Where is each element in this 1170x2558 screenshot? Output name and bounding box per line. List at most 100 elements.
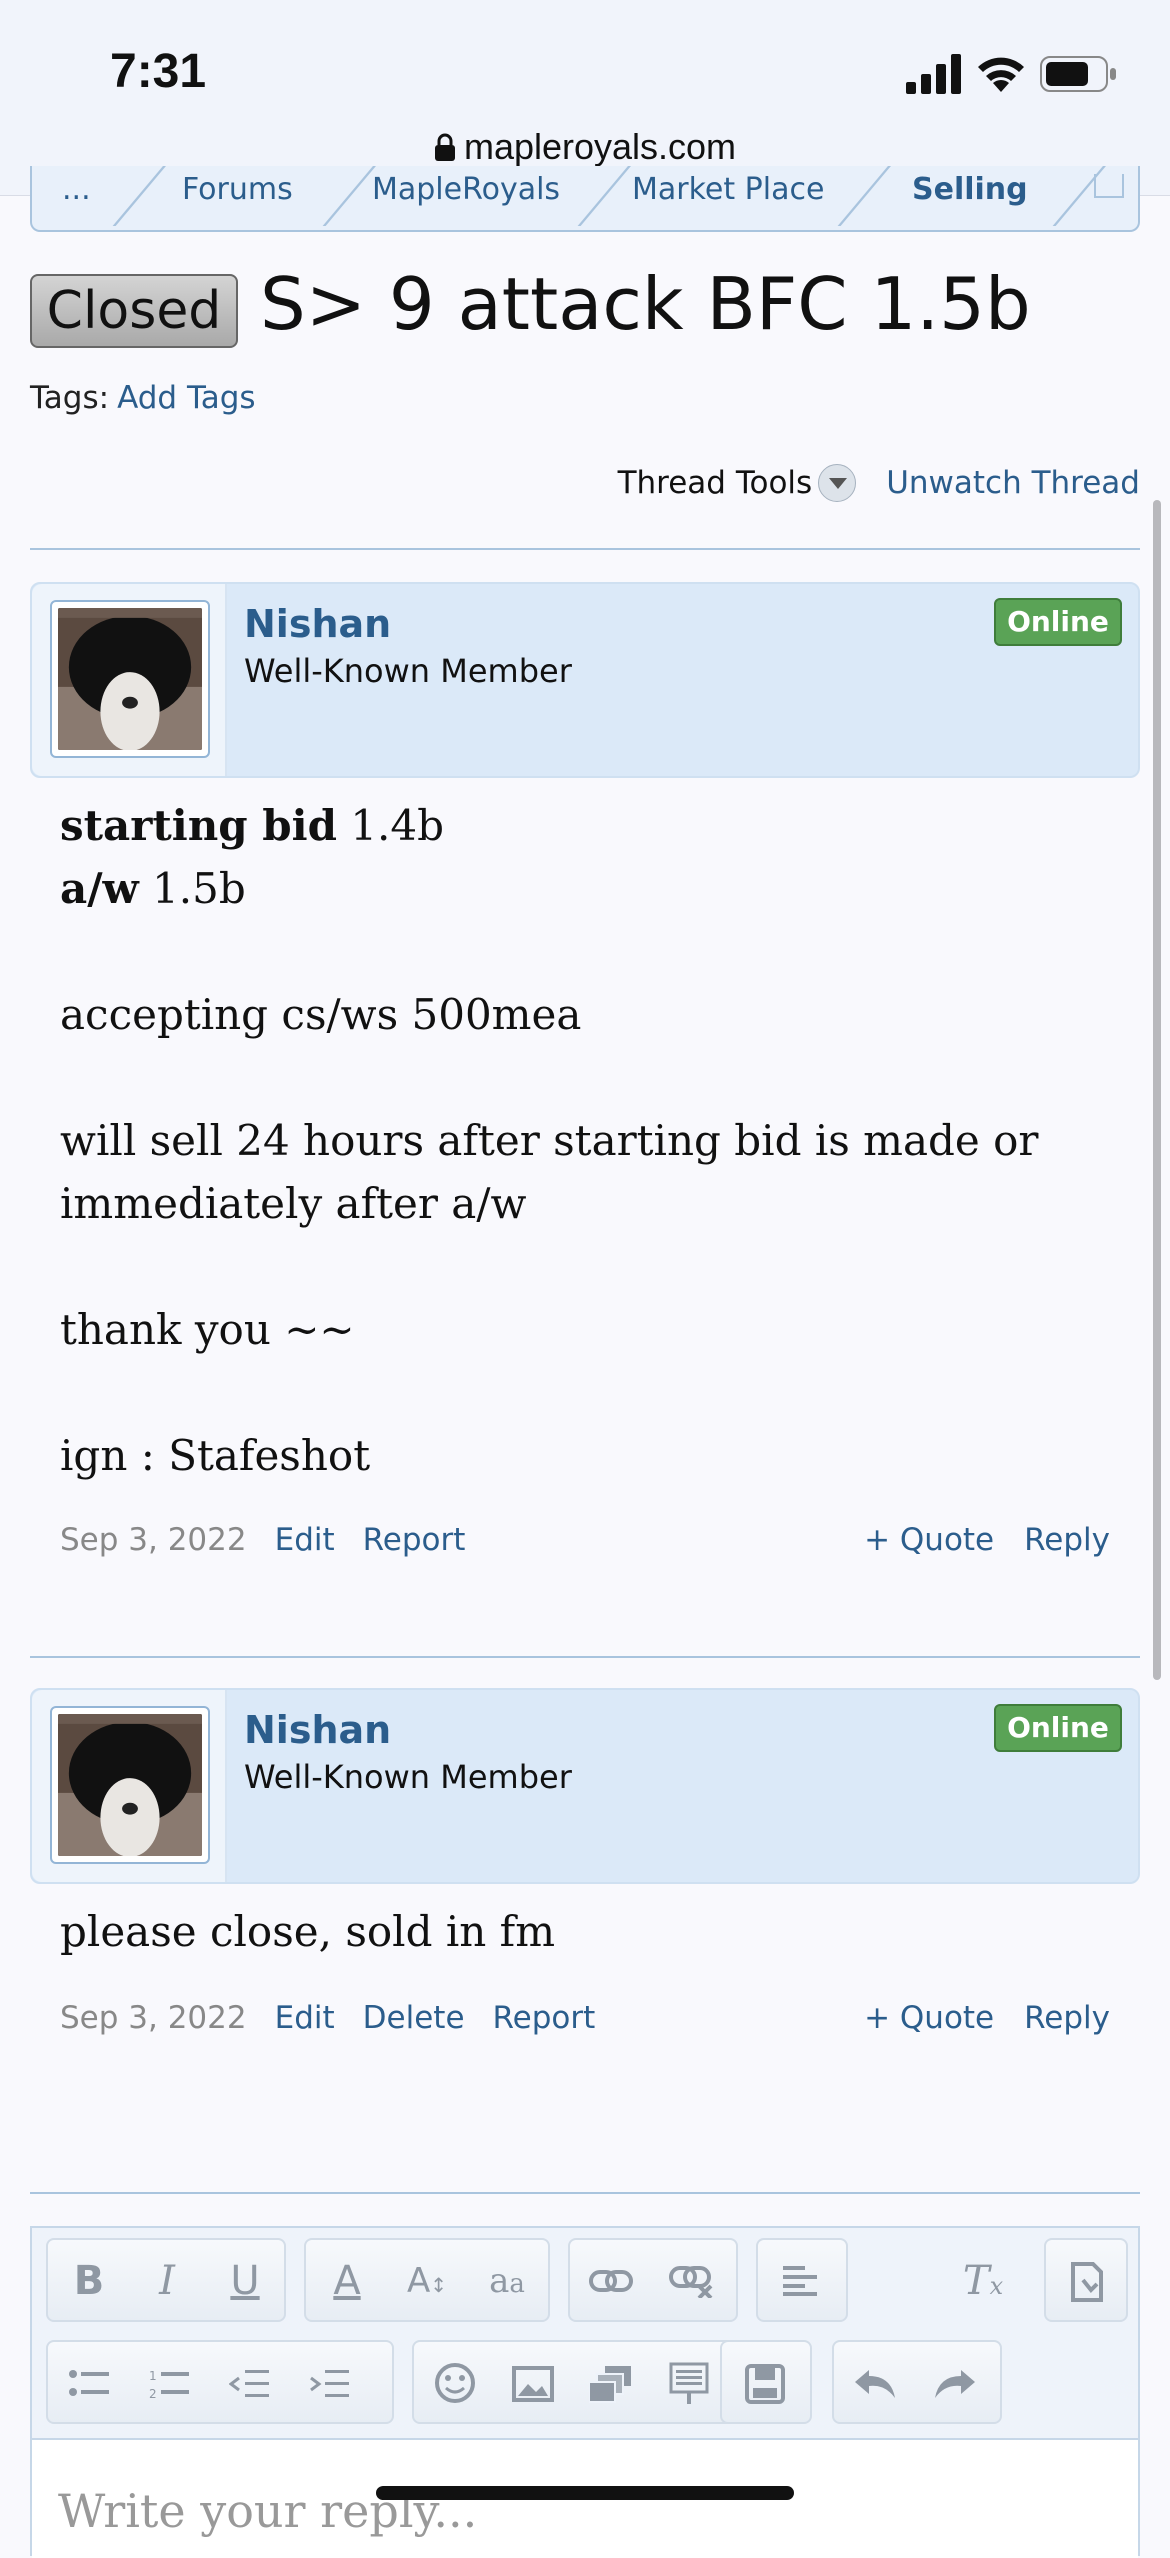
- outdent-icon[interactable]: [218, 2352, 280, 2414]
- user-title: Well-Known Member: [244, 1758, 572, 1796]
- avatar-container: [32, 1690, 227, 1882]
- save-draft-icon[interactable]: [734, 2352, 796, 2414]
- indent-icon[interactable]: [298, 2352, 360, 2414]
- post-message: starting bid 1.4b a/w 1.5b accepting cs/…: [60, 794, 1120, 1487]
- scrollbar[interactable]: [1153, 500, 1161, 1680]
- breadcrumb-separator: [837, 166, 900, 226]
- thread-tools-button[interactable]: Thread Tools: [618, 465, 813, 501]
- wifi-icon: [978, 57, 1024, 92]
- svg-text:1: 1: [149, 2369, 157, 2383]
- message-line: starting bid 1.4b: [60, 794, 1120, 857]
- bold-icon[interactable]: B: [58, 2250, 120, 2312]
- remove-format-icon[interactable]: Tx: [952, 2250, 1014, 2312]
- status-time: 7:31: [110, 45, 207, 98]
- breadcrumb-item-selling[interactable]: Selling: [912, 172, 1028, 207]
- dropdown-arrow-icon[interactable]: [818, 464, 857, 502]
- user-title: Well-Known Member: [244, 652, 572, 690]
- post-meta: Sep 3, 2022 Edit Report + Quote Reply: [60, 1522, 1110, 1572]
- image-icon[interactable]: [502, 2352, 564, 2414]
- toggle-bbcode-icon[interactable]: [1056, 2250, 1118, 2312]
- dog-avatar-image: [58, 1714, 202, 1856]
- undo-icon[interactable]: [844, 2352, 906, 2414]
- message-line: will sell 24 hours after starting bid is…: [60, 1116, 1039, 1228]
- toolbar-group-align: [756, 2238, 848, 2322]
- message-line: accepting cs/ws 500mea: [60, 990, 582, 1039]
- delete-link[interactable]: Delete: [363, 2000, 465, 2036]
- message-line: thank you ~~: [60, 1305, 355, 1354]
- toolbar-group-draft: [720, 2340, 812, 2424]
- quote-link[interactable]: + Quote: [864, 2000, 994, 2036]
- toolbar-group-link: [568, 2238, 738, 2322]
- media-icon[interactable]: [580, 2352, 642, 2414]
- toolbar-group-format: Tx: [938, 2238, 1030, 2322]
- underline-icon[interactable]: U: [214, 2250, 276, 2312]
- breadcrumb-separator: [577, 166, 640, 226]
- breadcrumb-item-market-place[interactable]: Market Place: [632, 172, 824, 207]
- align-icon[interactable]: [770, 2250, 832, 2312]
- username[interactable]: Nishan: [244, 1708, 391, 1752]
- online-status-badge: Online: [994, 598, 1122, 646]
- avatar[interactable]: [50, 1706, 210, 1864]
- breadcrumb-jump-icon[interactable]: [1094, 174, 1124, 198]
- breadcrumb-item-forums[interactable]: Forums: [182, 172, 293, 207]
- bullet-list-icon[interactable]: [58, 2352, 120, 2414]
- toolbar-group-insert: [412, 2340, 738, 2424]
- toolbar-group-font: A A↕ aa: [304, 2238, 550, 2322]
- svg-text:2: 2: [149, 2387, 157, 2400]
- reply-link[interactable]: Reply: [1024, 2000, 1110, 2036]
- insert-icon[interactable]: [658, 2352, 720, 2414]
- font-family-icon[interactable]: aa: [476, 2250, 538, 2312]
- toolbar-group-text-style: B I U: [46, 2238, 286, 2322]
- tags-label: Tags:: [30, 380, 110, 416]
- redo-icon[interactable]: [924, 2352, 986, 2414]
- dog-avatar-image: [58, 608, 202, 750]
- quote-link[interactable]: + Quote: [864, 1522, 994, 1558]
- post-date[interactable]: Sep 3, 2022: [60, 1522, 247, 1558]
- unlink-icon[interactable]: [660, 2250, 722, 2312]
- numbered-list-icon[interactable]: 12: [138, 2352, 200, 2414]
- url-text: mapleroyals.com: [463, 126, 737, 167]
- online-status-badge: Online: [994, 1704, 1122, 1752]
- address-bar[interactable]: mapleroyals.com: [0, 126, 1170, 168]
- message-text: 1.4b: [336, 801, 444, 850]
- post-message: please close, sold in fm: [60, 1900, 1120, 1963]
- username[interactable]: Nishan: [244, 602, 391, 646]
- post-userbar: Nishan Well-Known Member Online: [30, 1688, 1140, 1884]
- divider: [30, 1656, 1140, 1658]
- smilie-icon[interactable]: [424, 2352, 486, 2414]
- message-line: please close, sold in fm: [60, 1907, 556, 1956]
- toolbar-group-history: [832, 2340, 1002, 2424]
- post-date[interactable]: Sep 3, 2022: [60, 2000, 247, 2036]
- italic-icon[interactable]: I: [136, 2250, 198, 2312]
- lock-icon: [434, 133, 455, 161]
- toolbar-group-bbcode: [1044, 2238, 1128, 2322]
- message-line: a/w 1.5b: [60, 857, 1120, 920]
- post-userbar: Nishan Well-Known Member Online: [30, 582, 1140, 778]
- report-link[interactable]: Report: [493, 2000, 596, 2036]
- reply-link[interactable]: Reply: [1024, 1522, 1110, 1558]
- avatar[interactable]: [50, 600, 210, 758]
- unwatch-thread-link[interactable]: Unwatch Thread: [886, 465, 1140, 501]
- breadcrumb: ... Forums MapleRoyals Market Place Sell…: [30, 166, 1140, 232]
- link-icon[interactable]: [580, 2250, 642, 2312]
- bold-text: starting bid: [60, 801, 337, 850]
- font-size-icon[interactable]: A↕: [396, 2250, 458, 2312]
- add-tags-link[interactable]: Add Tags: [117, 380, 256, 416]
- breadcrumb-item-more[interactable]: ...: [62, 172, 91, 207]
- toolbar-group-lists: 12: [46, 2340, 394, 2424]
- thread-tools-bar: Thread Tools Unwatch Thread: [618, 464, 1140, 502]
- message-text: 1.5b: [138, 864, 246, 913]
- cellular-signal-icon: [906, 54, 961, 94]
- bold-text: a/w: [60, 864, 139, 913]
- breadcrumb-item-mapleroyals[interactable]: MapleRoyals: [372, 172, 560, 207]
- thread-prefix-badge: Closed: [30, 274, 238, 348]
- reply-editor: B I U A A↕ aa Tx 12 Write your reply...: [30, 2226, 1140, 2558]
- edit-link[interactable]: Edit: [275, 2000, 335, 2036]
- divider: [30, 2192, 1140, 2194]
- text-color-icon[interactable]: A: [316, 2250, 378, 2312]
- edit-link[interactable]: Edit: [275, 1522, 335, 1558]
- report-link[interactable]: Report: [363, 1522, 466, 1558]
- tags-row: Tags: Add Tags: [30, 380, 256, 416]
- home-indicator[interactable]: [376, 2486, 794, 2500]
- post-meta: Sep 3, 2022 Edit Delete Report + Quote Reply: [60, 2000, 1110, 2050]
